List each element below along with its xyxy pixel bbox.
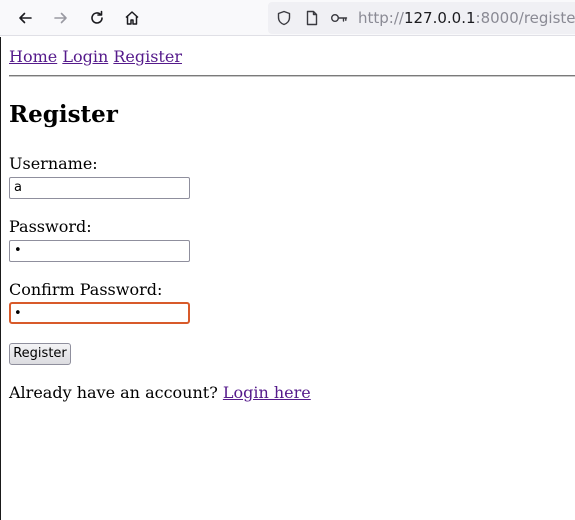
login-prompt-text: Already have an account? bbox=[9, 383, 223, 402]
back-button[interactable] bbox=[11, 4, 39, 32]
reload-button[interactable] bbox=[83, 4, 111, 32]
username-label: Username: bbox=[9, 154, 98, 173]
nav-home-link[interactable]: Home bbox=[9, 47, 57, 66]
url-path: :8000/register/ bbox=[475, 9, 575, 27]
browser-toolbar: http://127.0.0.1:8000/register/ bbox=[0, 0, 575, 36]
top-nav: Home Login Register bbox=[9, 47, 182, 67]
register-button[interactable]: Register bbox=[9, 343, 71, 365]
address-bar[interactable]: http://127.0.0.1:8000/register/ bbox=[268, 2, 575, 34]
reload-icon bbox=[91, 10, 103, 24]
username-field[interactable]: a bbox=[9, 177, 190, 199]
home-button[interactable] bbox=[118, 4, 146, 32]
login-prompt: Already have an account? Login here bbox=[9, 383, 311, 403]
login-here-link[interactable]: Login here bbox=[223, 383, 311, 402]
nav-divider bbox=[9, 75, 575, 77]
nav-login-link[interactable]: Login bbox=[62, 47, 108, 66]
page-content: Home Login Register Register Username: a… bbox=[0, 37, 575, 520]
password-label: Password: bbox=[9, 217, 92, 236]
url-scheme: http:// bbox=[358, 9, 404, 27]
back-arrow-icon bbox=[19, 12, 32, 24]
key-icon[interactable] bbox=[330, 10, 348, 26]
page-icon[interactable] bbox=[304, 10, 320, 26]
forward-arrow-icon bbox=[54, 12, 67, 24]
nav-register-link[interactable]: Register bbox=[113, 47, 182, 66]
url-host: 127.0.0.1 bbox=[403, 9, 476, 27]
forward-button[interactable] bbox=[47, 4, 75, 32]
page-title: Register bbox=[9, 101, 118, 128]
password-field[interactable]: • bbox=[9, 240, 190, 262]
confirm-password-field[interactable]: • bbox=[9, 302, 190, 324]
confirm-password-label: Confirm Password: bbox=[9, 280, 163, 299]
home-icon bbox=[125, 11, 139, 25]
url-text[interactable]: http://127.0.0.1:8000/register/ bbox=[358, 8, 575, 28]
shield-icon[interactable] bbox=[276, 10, 292, 26]
